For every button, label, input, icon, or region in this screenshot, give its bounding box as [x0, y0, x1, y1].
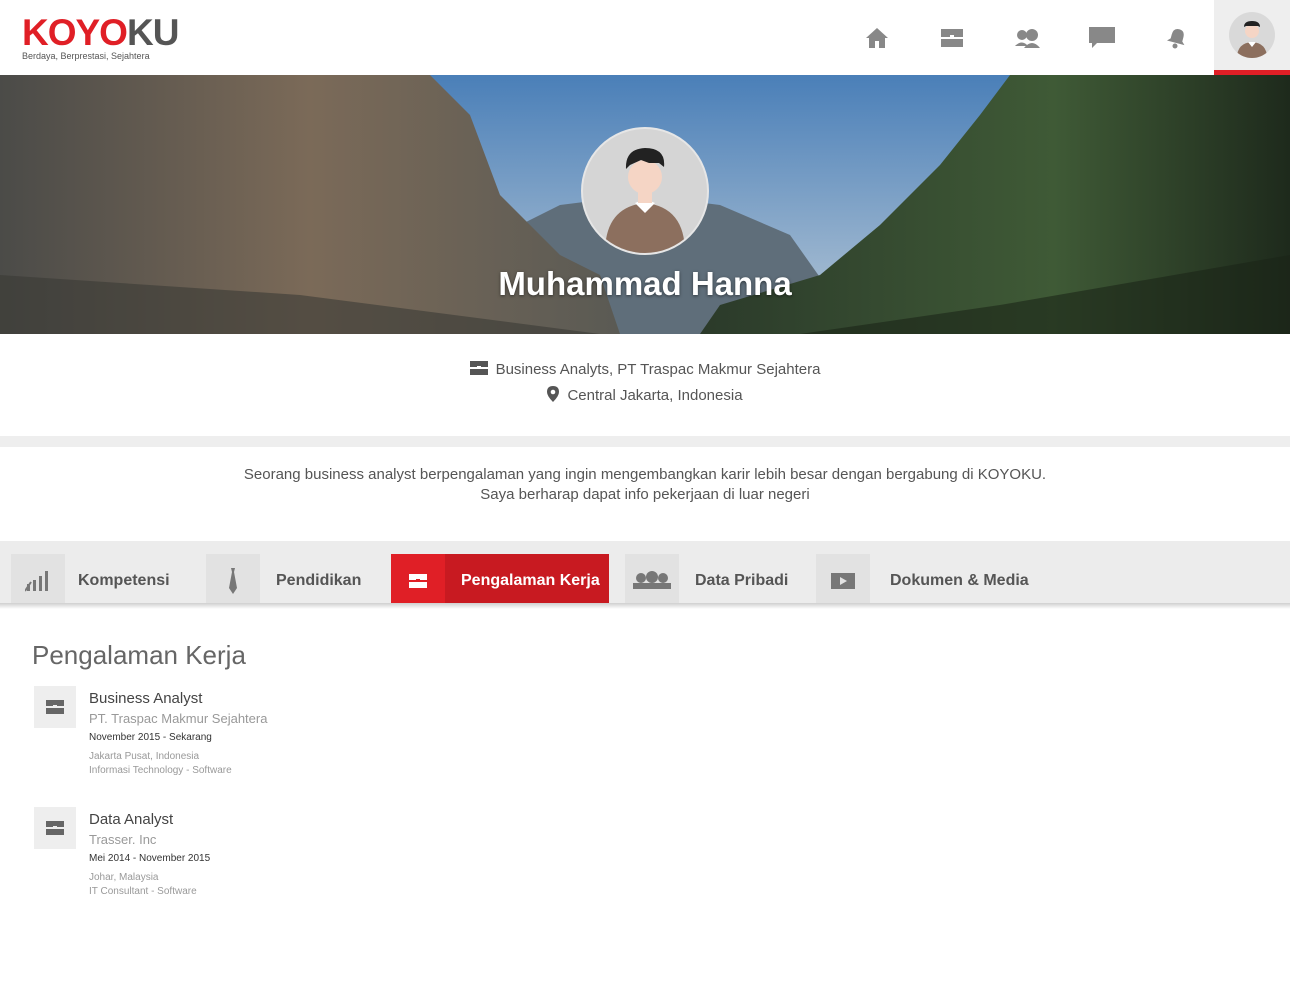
- job-company: PT. Traspac Makmur Sejahtera: [89, 711, 268, 726]
- chart-icon: [11, 554, 65, 608]
- bio-line-1: Seorang business analyst berpengalaman y…: [243, 466, 1047, 483]
- logo-text-dark: KU: [126, 12, 179, 53]
- tab-dokumen-media[interactable]: Dokumen & Media: [816, 554, 1029, 608]
- play-icon: [816, 554, 870, 608]
- briefcase-icon: [940, 28, 963, 47]
- briefcase-icon: [34, 686, 76, 728]
- briefcase-icon: [469, 361, 488, 379]
- job-title: Business Analyst: [89, 690, 203, 707]
- nav-messages-button[interactable]: [1064, 0, 1139, 75]
- job-location: Jakarta Pusat, Indonesia: [89, 751, 200, 762]
- tab-label: Kompetensi: [78, 572, 170, 589]
- tab-pendidikan[interactable]: Pendidikan: [206, 554, 361, 608]
- tab-data-pribadi[interactable]: Data Pribadi: [625, 554, 788, 608]
- profile-job-line: Business Analyts, PT Traspac Makmur Seja…: [0, 361, 1290, 379]
- briefcase-icon: [391, 554, 445, 608]
- profile-info: Business Analyts, PT Traspac Makmur Seja…: [0, 334, 1290, 436]
- tabs-shadow: [0, 603, 1290, 609]
- job-period: Mei 2014 - November 2015: [89, 853, 211, 864]
- profile-location-line: Central Jakarta, Indonesia: [0, 386, 1290, 406]
- job-entry[interactable]: Business Analyst PT. Traspac Makmur Seja…: [34, 686, 634, 786]
- job-location: Johar, Malaysia: [89, 872, 159, 883]
- profile-avatar[interactable]: [581, 127, 709, 255]
- avatar: [1229, 12, 1275, 58]
- nav-profile-button[interactable]: [1214, 0, 1290, 75]
- people-icon: [625, 554, 679, 608]
- profile-bio: Seorang business analyst berpengalaman y…: [0, 465, 1290, 505]
- briefcase-icon: [34, 807, 76, 849]
- tab-label: Dokumen & Media: [890, 572, 1029, 589]
- profile-name: Muhammad Hanna: [498, 265, 792, 302]
- job-industry: IT Consultant - Software: [89, 886, 197, 897]
- bell-icon: [1166, 28, 1184, 48]
- top-header: KOYOKU Berdaya, Berprestasi, Sejahtera: [0, 0, 1290, 75]
- job-entry[interactable]: Data Analyst Trasser. Inc Mei 2014 - Nov…: [34, 807, 634, 907]
- koyoku-logo[interactable]: KOYOKU Berdaya, Berprestasi, Sejahtera: [22, 12, 179, 61]
- tab-label: Pengalaman Kerja: [461, 572, 600, 589]
- nav-notifications-button[interactable]: [1139, 0, 1214, 75]
- nav-home-button[interactable]: [839, 0, 914, 75]
- home-icon: [865, 27, 888, 48]
- job-industry: Informasi Technology - Software: [89, 765, 232, 776]
- profile-job: Business Analyts, PT Traspac Makmur Seja…: [495, 361, 821, 378]
- location-pin-icon: [547, 386, 560, 406]
- tab-label: Data Pribadi: [695, 572, 789, 589]
- chat-icon: [1088, 26, 1115, 48]
- profile-tabs: Kompetensi Pendidikan Pengalaman Kerja D…: [0, 541, 1290, 608]
- bio-line-2: Saya berharap dapat info pekerjaan di lu…: [480, 486, 810, 503]
- nav-network-button[interactable]: [989, 0, 1064, 75]
- profile-location: Central Jakarta, Indonesia: [567, 386, 743, 404]
- tab-label: Pendidikan: [276, 572, 362, 589]
- tie-icon: [206, 554, 260, 608]
- job-company: Trasser. Inc: [89, 832, 157, 847]
- people-icon: [1014, 28, 1040, 48]
- profile-cover-image: Muhammad Hanna: [0, 75, 1290, 334]
- job-period: November 2015 - Sekarang: [89, 732, 212, 743]
- job-title: Data Analyst: [89, 811, 174, 828]
- section-divider: [0, 436, 1290, 447]
- nav-jobs-button[interactable]: [914, 0, 989, 75]
- tab-pengalaman-kerja[interactable]: Pengalaman Kerja: [391, 554, 609, 608]
- section-title: Pengalaman Kerja: [32, 640, 246, 670]
- logo-text-red: KOYO: [22, 12, 128, 53]
- tab-kompetensi[interactable]: Kompetensi: [11, 554, 170, 608]
